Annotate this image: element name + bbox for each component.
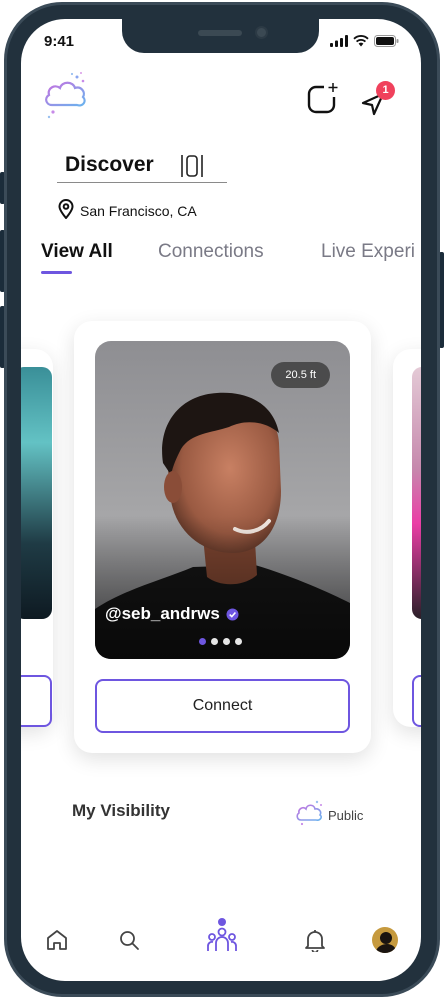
nav-search[interactable] bbox=[114, 923, 144, 957]
view-toggle-icon[interactable] bbox=[179, 153, 205, 184]
nav-community[interactable] bbox=[205, 923, 239, 957]
location-label: San Francisco, CA bbox=[80, 203, 197, 219]
signal-icon bbox=[330, 35, 348, 47]
connect-button-next[interactable] bbox=[412, 675, 421, 727]
username-label: @seb_andrws bbox=[105, 604, 239, 624]
status-time: 9:41 bbox=[44, 33, 75, 50]
username-text: @seb_andrws bbox=[105, 604, 220, 623]
pagination-dot[interactable] bbox=[223, 638, 230, 645]
connect-button-previous[interactable] bbox=[21, 675, 52, 727]
search-icon bbox=[120, 931, 139, 950]
nav-home[interactable] bbox=[42, 923, 72, 957]
tab-live-experiences[interactable]: Live Experi bbox=[321, 241, 415, 263]
visibility-cloud-icon[interactable] bbox=[295, 798, 325, 833]
notch bbox=[122, 19, 319, 53]
visibility-value[interactable]: Public bbox=[328, 808, 363, 823]
connect-button[interactable]: Connect bbox=[95, 679, 350, 733]
wifi-icon bbox=[353, 35, 369, 47]
nav-notifications[interactable] bbox=[300, 923, 330, 957]
tab-connections[interactable]: Connections bbox=[158, 241, 264, 263]
status-icons bbox=[330, 35, 399, 47]
photo-pagination bbox=[199, 638, 242, 645]
home-icon bbox=[47, 930, 67, 950]
pagination-dot[interactable] bbox=[199, 638, 206, 645]
distance-badge: 20.5 ft bbox=[271, 362, 330, 388]
location-pin-icon bbox=[58, 199, 74, 224]
profile-card-next[interactable] bbox=[393, 349, 421, 727]
pagination-dot[interactable] bbox=[235, 638, 242, 645]
cloud-logo-icon[interactable] bbox=[43, 71, 89, 124]
community-icon bbox=[207, 927, 237, 951]
profile-photo-previous bbox=[21, 367, 52, 619]
app-screen: 9:41 1 Discover San Francisco, CA View A… bbox=[21, 19, 421, 981]
bell-icon bbox=[305, 930, 325, 952]
profile-photo-next bbox=[412, 367, 421, 619]
pagination-dot[interactable] bbox=[211, 638, 218, 645]
verified-icon bbox=[226, 608, 239, 620]
active-tab-indicator bbox=[41, 271, 72, 274]
tab-view-all[interactable]: View All bbox=[41, 241, 113, 263]
visibility-label: My Visibility bbox=[72, 801, 170, 820]
profile-card-previous[interactable] bbox=[21, 349, 53, 727]
front-camera bbox=[255, 26, 268, 39]
page-title: Discover bbox=[65, 153, 154, 176]
battery-icon bbox=[374, 35, 399, 47]
notification-badge: 1 bbox=[376, 81, 395, 100]
add-story-button[interactable] bbox=[306, 83, 340, 120]
profile-photo[interactable]: 20.5 ft @seb_andrws bbox=[95, 341, 350, 659]
profile-avatar[interactable] bbox=[372, 927, 398, 953]
title-underline bbox=[57, 182, 227, 183]
profile-card[interactable]: 20.5 ft @seb_andrws Connect bbox=[74, 321, 371, 753]
add-story-icon bbox=[307, 83, 338, 114]
speaker bbox=[198, 30, 242, 36]
